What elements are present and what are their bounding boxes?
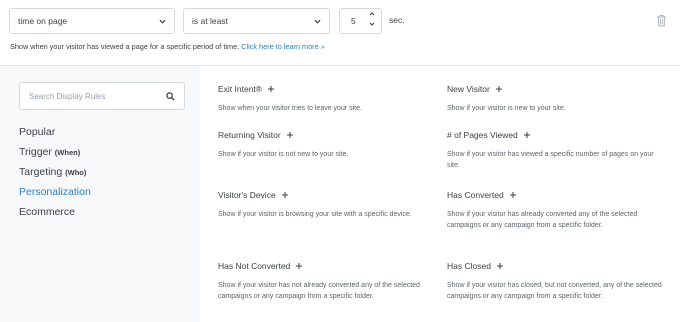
trigger-select[interactable]: time on page	[9, 8, 175, 34]
plus-icon[interactable]	[496, 262, 504, 270]
rule-title: Visitor's Device	[218, 190, 276, 200]
trigger-row: time on page is at least 5 sec. Show whe…	[0, 0, 680, 62]
trash-icon[interactable]	[656, 14, 667, 27]
rule-description: Show if your visitor has not already con…	[218, 282, 420, 300]
rule-description: Show when your visitor tries to leave yo…	[218, 105, 362, 112]
chevron-down-icon[interactable]	[369, 22, 375, 26]
category-targeting[interactable]: Targeting (Who)	[19, 166, 91, 186]
rule-title: New Visitor	[447, 84, 490, 94]
rule-title: Exit Intent®	[218, 84, 263, 94]
rule-has-closed[interactable]: Has Closed Show if your visitor has clos…	[447, 260, 662, 302]
plus-icon[interactable]	[509, 191, 517, 199]
rule-pages-viewed[interactable]: # of Pages Viewed Show if your visitor h…	[447, 129, 662, 171]
spinner-arrows-icon[interactable]	[369, 12, 375, 26]
rule-description: Show if your visitor is new to your site…	[447, 105, 566, 112]
rule-title: # of Pages Viewed	[447, 130, 518, 140]
rule-description: Show if your visitor is browsing your si…	[218, 211, 412, 218]
search-icon	[166, 91, 175, 101]
chevron-down-icon	[314, 19, 321, 24]
rule-has-not-converted[interactable]: Has Not Converted Show if your visitor h…	[218, 260, 433, 302]
rule-has-converted[interactable]: Has Converted Show if your visitor has a…	[447, 189, 662, 231]
category-popular[interactable]: Popular	[19, 126, 91, 146]
rule-description: Show if your visitor is not new to your …	[218, 151, 349, 158]
category-personalization[interactable]: Personalization	[19, 186, 91, 206]
learn-more-link[interactable]: Click here to learn more »	[241, 42, 325, 51]
rule-title: Returning Visitor	[218, 130, 281, 140]
condition-select-value: is at least	[192, 16, 228, 26]
seconds-value: 5	[351, 16, 356, 26]
seconds-stepper[interactable]: 5	[339, 8, 382, 34]
rule-exit-intent[interactable]: Exit Intent® Show when your visitor trie…	[218, 83, 433, 114]
rule-visitors-device[interactable]: Visitor's Device Show if your visitor is…	[218, 189, 433, 220]
rules-sidebar: Search Display Rules Popular Trigger (Wh…	[0, 66, 197, 322]
plus-icon[interactable]	[295, 262, 303, 270]
plus-icon[interactable]	[281, 191, 289, 199]
display-rules-panel: Search Display Rules Popular Trigger (Wh…	[0, 65, 680, 322]
search-display-rules-input[interactable]: Search Display Rules	[19, 82, 185, 110]
trigger-select-value: time on page	[18, 16, 68, 26]
rule-returning-visitor[interactable]: Returning Visitor Show if your visitor i…	[218, 129, 433, 160]
rule-description: Show if your visitor has already convert…	[447, 211, 638, 229]
plus-icon[interactable]	[523, 131, 531, 139]
condition-select[interactable]: is at least	[183, 8, 330, 34]
category-list: Popular Trigger (When) Targeting (Who) P…	[19, 126, 91, 226]
rules-grid: Exit Intent® Show when your visitor trie…	[200, 66, 680, 322]
trigger-description-text: Show when your visitor has viewed a page…	[10, 42, 240, 51]
rule-description: Show if your visitor has closed, but not…	[447, 282, 662, 300]
plus-icon[interactable]	[286, 131, 294, 139]
plus-icon[interactable]	[495, 85, 503, 93]
rule-title: Has Converted	[447, 190, 504, 200]
rule-description: Show if your visitor has viewed a specif…	[447, 151, 654, 169]
chevron-down-icon	[159, 19, 166, 24]
plus-icon[interactable]	[267, 85, 275, 93]
seconds-unit: sec.	[389, 15, 405, 25]
rule-title: Has Closed	[447, 261, 491, 271]
chevron-up-icon[interactable]	[369, 12, 375, 16]
category-ecommerce[interactable]: Ecommerce	[19, 206, 91, 226]
rule-title: Has Not Converted	[218, 261, 291, 271]
rule-new-visitor[interactable]: New Visitor Show if your visitor is new …	[447, 83, 662, 114]
category-trigger[interactable]: Trigger (When)	[19, 146, 91, 166]
trigger-description: Show when your visitor has viewed a page…	[10, 42, 325, 51]
search-placeholder: Search Display Rules	[29, 91, 106, 101]
